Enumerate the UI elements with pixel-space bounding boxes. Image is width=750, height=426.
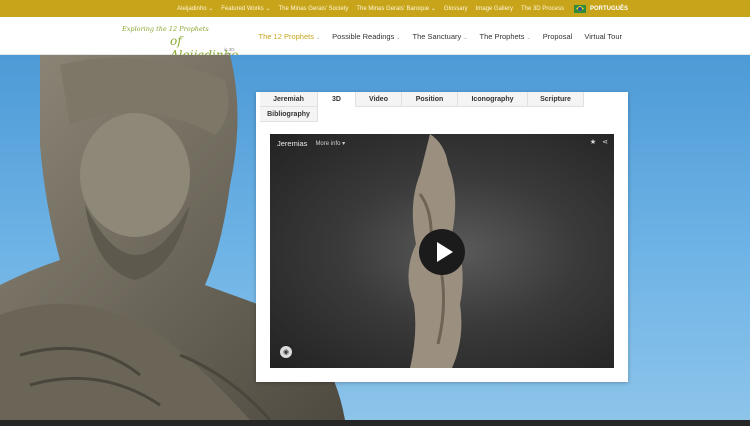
top-link-gallery[interactable]: Image Gallery [472, 6, 517, 12]
tab-video[interactable]: Video [356, 92, 402, 107]
tab-bibliography[interactable]: Bibliography [260, 107, 318, 122]
top-link-society[interactable]: The Minas Gerais' Society [275, 6, 353, 12]
site-logo[interactable]: Exploring the 12 Prophets of Aleijadinho… [122, 25, 242, 62]
prophet-panel: Jeremiah 3D Video Position Iconography S… [256, 92, 628, 382]
logo-line-1: Exploring the 12 Prophets [122, 25, 209, 33]
nav-item-12-prophets[interactable]: The 12 Prophets ⌄ [253, 32, 327, 41]
top-link-baroque[interactable]: The Minas Gerais' Baroque ⌄ [352, 5, 440, 12]
language-switch[interactable]: PORTUGUÊS [568, 4, 628, 13]
top-bar: Aleijadinho ⌄ Featured Works ⌄ The Minas… [0, 0, 750, 17]
tab-jeremiah[interactable]: Jeremiah [260, 92, 318, 107]
language-label: PORTUGUÊS [589, 5, 628, 12]
3d-viewer[interactable]: Jeremias More info ▾ ★ ⋖ ◉ [270, 134, 614, 368]
tab-3d[interactable]: 3D [318, 92, 356, 107]
share-icon[interactable]: ⋖ [602, 138, 608, 146]
play-button[interactable] [419, 229, 465, 275]
top-link-aleijadinho[interactable]: Aleijadinho ⌄ [173, 5, 217, 12]
nav-item-virtual-tour[interactable]: Virtual Tour [578, 32, 628, 41]
top-link-featured-works[interactable]: Featured Works ⌄ [217, 5, 274, 12]
nav-item-possible-readings[interactable]: Possible Readings ⌄ [326, 32, 406, 41]
footer-strip [0, 420, 750, 426]
sketchfab-logo-icon[interactable]: ◉ [280, 346, 292, 358]
star-icon[interactable]: ★ [590, 138, 596, 146]
top-link-3d-process[interactable]: The 3D Process [517, 6, 568, 12]
viewer-title[interactable]: Jeremias [277, 139, 307, 148]
nav-item-proposal[interactable]: Proposal [537, 32, 579, 41]
brazil-flag-icon [573, 4, 586, 13]
tab-position[interactable]: Position [402, 92, 458, 107]
nav-item-sanctuary[interactable]: The Sanctuary ⌄ [407, 32, 474, 41]
viewer-actions: ★ ⋖ [590, 138, 608, 146]
nav-item-prophets[interactable]: The Prophets ⌄ [473, 32, 536, 41]
more-info-link[interactable]: More info ▾ [315, 140, 345, 147]
top-link-glossary[interactable]: Glossary [440, 6, 472, 12]
main-nav: The 12 Prophets ⌄ Possible Readings ⌄ The … [253, 17, 628, 55]
site-header: Exploring the 12 Prophets of Aleijadinho… [0, 17, 750, 62]
tab-bar: Jeremiah 3D Video Position Iconography S… [260, 92, 624, 122]
viewer-header: Jeremias More info ▾ [277, 139, 345, 148]
tab-iconography[interactable]: Iconography [458, 92, 528, 107]
tab-scripture[interactable]: Scripture [528, 92, 584, 107]
